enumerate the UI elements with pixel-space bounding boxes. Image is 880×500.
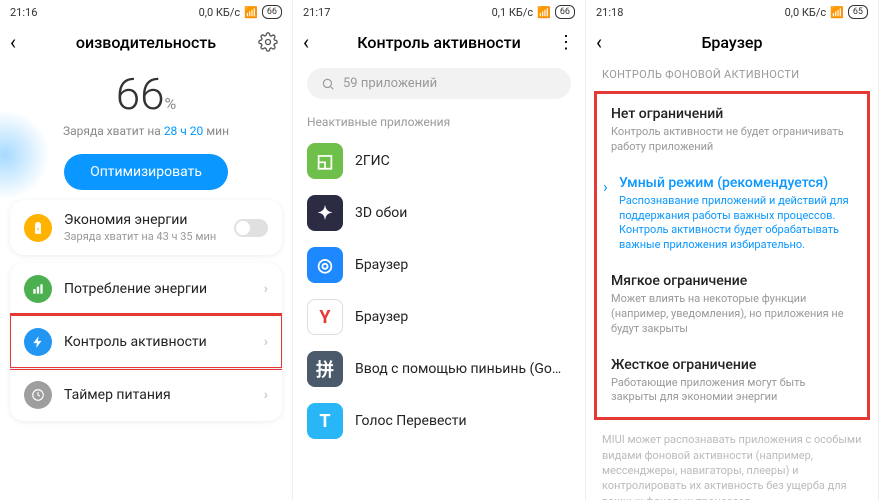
header: ‹ Браузер xyxy=(586,22,878,62)
category-header: КОНТРОЛЬ ФОНОВОЙ АКТИВНОСТИ xyxy=(586,62,878,91)
app-label: Браузер xyxy=(355,257,571,273)
optimize-button[interactable]: Оптимизировать xyxy=(64,154,228,190)
app-label: Браузер xyxy=(355,309,571,325)
search-input[interactable]: 59 приложений xyxy=(307,68,571,99)
signal-icon: 📶 xyxy=(537,6,551,19)
back-button[interactable]: ‹ xyxy=(596,30,620,54)
search-icon xyxy=(321,77,335,91)
app-row[interactable]: ◱ 2ГИС xyxy=(293,135,585,187)
signal-icon: 📶 xyxy=(244,6,258,19)
more-icon[interactable]: ⋮ xyxy=(551,32,575,53)
restriction-option[interactable]: Жесткое ограничение Работающие приложения… xyxy=(597,347,867,416)
battery-save-icon xyxy=(24,214,52,242)
row-activity-control[interactable]: Контроль активности › xyxy=(10,315,282,368)
footnote: MIUI может распознавать приложения с осо… xyxy=(586,420,878,500)
header: ‹ Контроль активности ⋮ xyxy=(293,22,585,62)
signal-icon: 📶 xyxy=(830,6,844,19)
screen-activity-control: 21:17 0,1 КБ/с 📶 66 ‹ Контроль активност… xyxy=(293,0,586,500)
options-list: Нет ограничений Контроль активности не бу… xyxy=(594,91,870,420)
row-title: Таймер питания xyxy=(64,387,252,403)
status-net: 0,1 КБ/с xyxy=(492,6,534,19)
status-time: 21:16 xyxy=(10,6,37,19)
energy-toggle[interactable] xyxy=(234,219,268,237)
option-title: Мягкое ограничение xyxy=(611,273,853,289)
row-title: Экономия энергии xyxy=(64,212,222,228)
app-icon: ✦ xyxy=(307,195,343,231)
option-title: Жесткое ограничение xyxy=(611,357,853,373)
screen-browser-activity: 21:18 0,0 КБ/с 📶 65 ‹ Браузер КОНТРОЛЬ Ф… xyxy=(586,0,879,500)
row-energy-saver[interactable]: Экономия энергии Заряда хватит на 43 ч 3… xyxy=(10,200,282,255)
app-row[interactable]: ◎ Браузер xyxy=(293,239,585,291)
status-time: 21:18 xyxy=(596,6,623,19)
clock-icon xyxy=(24,381,52,409)
app-label: Голос Перевести xyxy=(355,413,571,429)
statusbar: 21:16 0,0 КБ/с 📶 66 xyxy=(0,0,292,22)
option-desc: Распознавание приложений и действий для … xyxy=(619,194,853,253)
back-button[interactable]: ‹ xyxy=(303,30,327,54)
chevron-right-icon: › xyxy=(264,334,268,350)
app-icon: ◱ xyxy=(307,143,343,179)
app-icon: ◎ xyxy=(307,247,343,283)
chevron-right-icon: › xyxy=(264,387,268,403)
restriction-option[interactable]: Мягкое ограничение Может влиять на некото… xyxy=(597,263,867,347)
section-header: Неактивные приложения xyxy=(293,107,585,135)
row-power-timer[interactable]: Таймер питания › xyxy=(10,368,282,421)
battery-icon: 66 xyxy=(262,5,282,19)
gauge-percent: % xyxy=(165,94,177,113)
app-icon: 拼 xyxy=(307,351,343,387)
app-row[interactable]: T Голос Перевести xyxy=(293,395,585,447)
app-row[interactable]: Y Браузер xyxy=(293,291,585,343)
restriction-option[interactable]: Нет ограничений Контроль активности не бу… xyxy=(597,96,867,165)
app-icon: T xyxy=(307,403,343,439)
app-icon: Y xyxy=(307,299,343,335)
row-title: Контроль активности xyxy=(64,334,252,350)
row-title: Потребление энергии xyxy=(64,281,252,297)
app-label: 2ГИС xyxy=(355,153,571,169)
page-title: оизводительность xyxy=(34,33,258,52)
status-net: 0,0 КБ/с xyxy=(199,6,241,19)
option-desc: Может влиять на некоторые функции (напри… xyxy=(611,292,853,337)
row-power-usage[interactable]: Потребление энергии › xyxy=(10,263,282,315)
statusbar: 21:18 0,0 КБ/с 📶 65 xyxy=(586,0,878,22)
page-title: Контроль активности xyxy=(327,33,551,52)
option-title: Умный режим (рекомендуется) xyxy=(619,175,853,191)
status-time: 21:17 xyxy=(303,6,330,19)
settings-icon[interactable] xyxy=(258,32,282,52)
option-desc: Контроль активности не будет ограничиват… xyxy=(611,125,853,155)
battery-icon: 65 xyxy=(848,5,868,19)
header: ‹ оизводительность xyxy=(0,22,292,62)
screen-performance: 21:16 0,0 КБ/с 📶 66 ‹ оизводительность 6… xyxy=(0,0,293,500)
option-title: Нет ограничений xyxy=(611,106,853,122)
settings-list-card: Потребление энергии › Контроль активност… xyxy=(10,263,282,421)
back-button[interactable]: ‹ xyxy=(10,30,34,54)
status-net: 0,0 КБ/с xyxy=(785,6,827,19)
chevron-right-icon: › xyxy=(264,281,268,297)
search-placeholder: 59 приложений xyxy=(343,76,437,91)
app-list: ◱ 2ГИС ✦ 3D обои ◎ Браузер Y Браузер 拼 Ввод с пом… xyxy=(293,135,585,447)
app-label: 3D обои xyxy=(355,205,571,221)
page-title: Браузер xyxy=(620,33,844,52)
statusbar: 21:17 0,1 КБ/с 📶 66 xyxy=(293,0,585,22)
gauge-value: 66 xyxy=(116,68,165,120)
bolt-icon xyxy=(24,328,52,356)
app-label: Ввод с помощью пиньинь (Go… xyxy=(355,361,571,377)
app-row[interactable]: ✦ 3D обои xyxy=(293,187,585,239)
restriction-option[interactable]: Умный режим (рекомендуется) Распознавание… xyxy=(597,165,867,263)
battery-gauge: 66% Заряда хватит на 28 ч 20 мин xyxy=(0,62,292,140)
energy-saver-card: Экономия энергии Заряда хватит на 43 ч 3… xyxy=(10,200,282,255)
option-desc: Работающие приложения могут быть закрыты… xyxy=(611,376,853,406)
row-subtitle: Заряда хватит на 43 ч 35 мин xyxy=(64,230,222,243)
battery-icon: 66 xyxy=(555,5,575,19)
bars-icon xyxy=(24,275,52,303)
app-row[interactable]: 拼 Ввод с помощью пиньинь (Go… xyxy=(293,343,585,395)
